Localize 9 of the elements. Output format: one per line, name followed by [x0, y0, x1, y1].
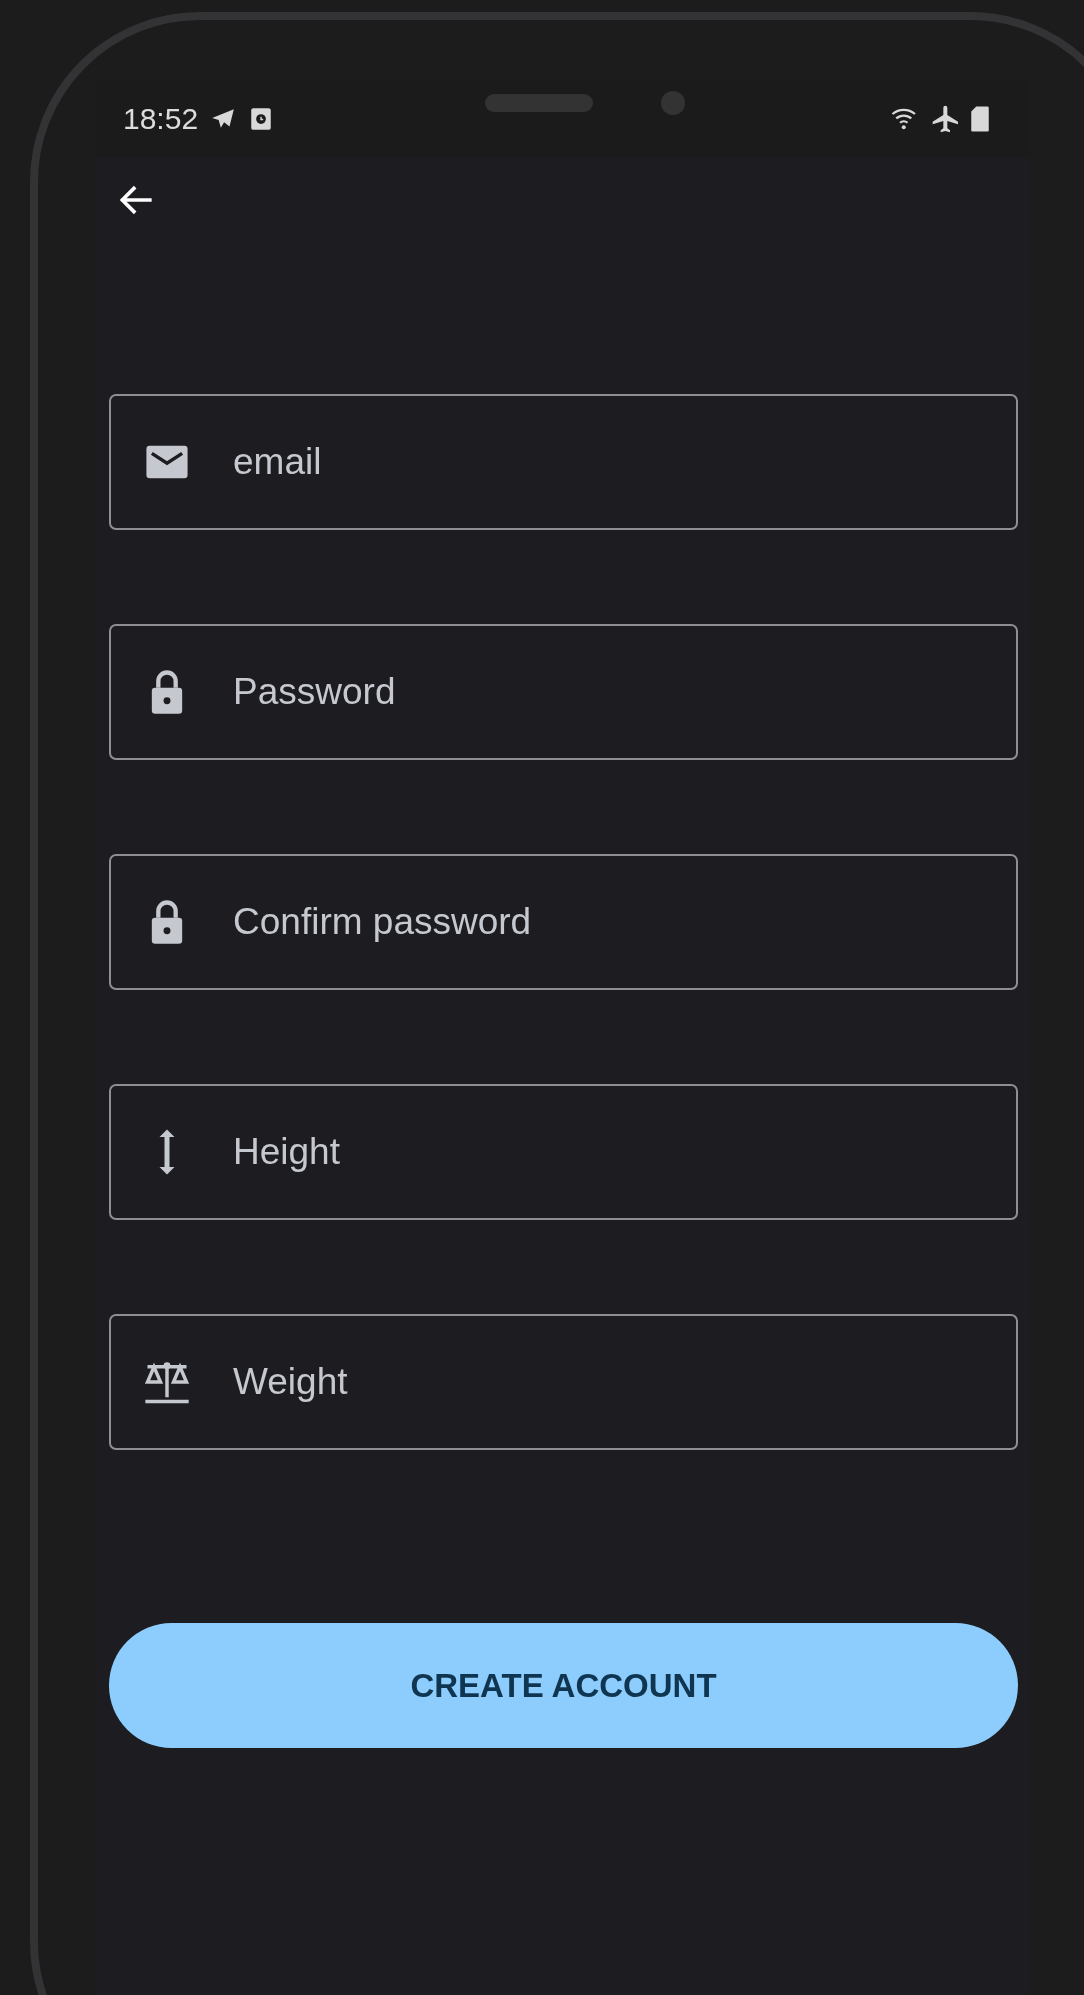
- front-camera: [661, 91, 685, 115]
- create-account-button[interactable]: CREATE ACCOUNT: [109, 1623, 1018, 1748]
- input-field[interactable]: Height: [109, 1084, 1018, 1220]
- sim-card-icon: [970, 105, 990, 133]
- password-field[interactable]: Confirm password: [109, 854, 1018, 990]
- input-field[interactable]: Weight: [109, 1314, 1018, 1450]
- password-field[interactable]: Password: [109, 624, 1018, 760]
- input-field[interactable]: email: [109, 394, 1018, 530]
- status-time: 18:52: [123, 102, 199, 136]
